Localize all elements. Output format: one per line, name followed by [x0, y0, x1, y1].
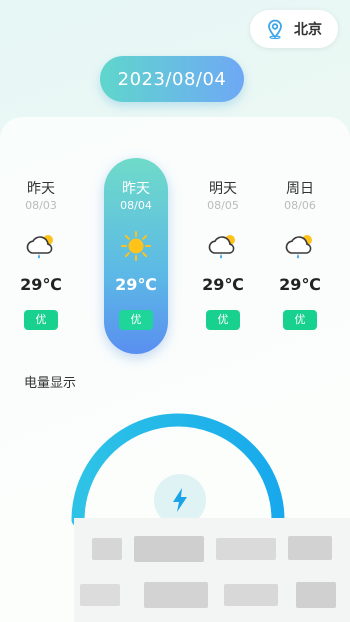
day-temp: 29℃ [202, 275, 244, 294]
aqi-badge: 优 [206, 310, 240, 330]
cloudy-rain-icon [285, 235, 312, 259]
day-temp: 29℃ [279, 275, 321, 294]
aqi-badge: 优 [24, 310, 58, 330]
battery-section-title: 电量显示 [24, 376, 77, 391]
lightning-icon [173, 488, 187, 512]
cloudy-rain-icon [208, 235, 235, 259]
sunny-icon [121, 231, 151, 261]
day-item-3[interactable]: 周日 08/06 29℃ 优 [270, 178, 330, 330]
day-temp: 29℃ [115, 275, 157, 294]
location-pin-icon [268, 19, 282, 39]
day-item-0[interactable]: 昨天 08/03 29℃ 优 [11, 178, 71, 330]
day-item-2[interactable]: 明天 08/05 29℃ 优 [193, 178, 253, 330]
day-date: 08/04 [120, 199, 152, 212]
cloudy-rain-icon [26, 235, 53, 259]
aqi-badge: 优 [119, 310, 153, 330]
day-name: 周日 [286, 181, 314, 197]
day-name: 昨天 [122, 181, 150, 197]
day-date: 08/06 [284, 199, 316, 212]
day-name: 昨天 [27, 181, 55, 197]
day-name: 明天 [209, 181, 237, 197]
location-button[interactable]: 北京 [250, 10, 338, 48]
date-pill[interactable]: 2023/08/04 [100, 56, 244, 102]
day-temp: 29℃ [20, 275, 62, 294]
day-date: 08/05 [207, 199, 239, 212]
date-label: 2023/08/04 [117, 68, 227, 90]
city-label: 北京 [294, 22, 322, 38]
aqi-badge: 优 [283, 310, 317, 330]
day-date: 08/03 [25, 199, 57, 212]
day-item-1[interactable]: 昨天 08/04 29℃ 优 [106, 178, 166, 330]
pixelated-overlay [74, 518, 350, 622]
